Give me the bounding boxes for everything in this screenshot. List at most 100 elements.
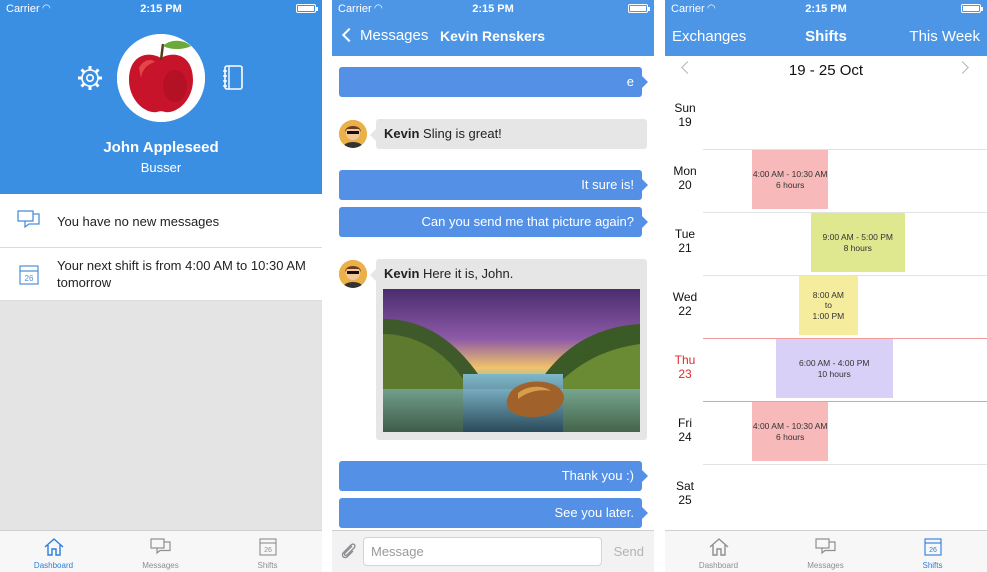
tab-shifts[interactable]: 26 Shifts [879, 531, 986, 572]
notebook-icon[interactable] [220, 64, 246, 92]
shift-block[interactable]: 4:00 AM - 10:30 AM 6 hours [752, 402, 829, 461]
outgoing-message[interactable]: e [339, 67, 648, 97]
tab-label: Messages [142, 561, 179, 570]
photo-caption: Kevin Here it is, John. [384, 266, 513, 281]
outgoing-message[interactable]: Can you send me that picture again? [339, 207, 648, 237]
shift-text: 10 hours [817, 368, 851, 379]
day-number: 19 [678, 115, 692, 129]
message-input[interactable] [363, 537, 602, 566]
calendar-icon: 26 [258, 538, 277, 556]
day-divider [703, 401, 987, 402]
day-name: Wed [672, 290, 698, 304]
avatar[interactable] [117, 34, 205, 122]
incoming-message[interactable]: Kevin Sling is great! [370, 119, 647, 149]
battery-icon [628, 4, 650, 13]
kevin-avatar-image [339, 120, 367, 148]
message-input-bar: Send [332, 530, 654, 572]
week-navigator: 19 - 25 Oct [665, 56, 987, 88]
this-week-button[interactable]: This Week [909, 28, 980, 45]
shift-text: to [824, 300, 832, 311]
shared-photo[interactable] [383, 289, 640, 432]
day-label: Tue 21 [665, 227, 705, 255]
day-label: Fri 24 [665, 416, 705, 444]
next-shift-row[interactable]: 26 Your next shift is from 4:00 AM to 10… [0, 248, 322, 301]
shift-text: 1:00 PM [812, 310, 845, 321]
shift-text: 4:00 AM - 10:30 AM [752, 169, 828, 179]
tab-label: Shifts [257, 561, 278, 570]
day-divider [703, 464, 987, 465]
day-label: Sun 19 [665, 101, 705, 129]
dashboard-screen: Carrier ◠ 2:15 PM John Appleseed Busser … [0, 0, 322, 572]
shift-text: 4:00 AM - 10:30 AM [752, 421, 828, 431]
conversation-screen: Carrier ◠ 2:15 PM Messages Kevin Rensker… [332, 0, 654, 572]
status-bar: Carrier ◠ 2:15 PM [332, 0, 654, 18]
back-label: Messages [360, 27, 429, 44]
conversation-title: Kevin Renskers [440, 28, 546, 44]
day-name: Sat [675, 479, 694, 493]
nav-bar: Carrier ◠ 2:15 PM Messages Kevin Rensker… [332, 0, 654, 56]
outgoing-message[interactable]: Thank you :) [339, 461, 648, 491]
status-bar: Carrier ◠ 2:15 PM [665, 0, 987, 18]
profile-header: Carrier ◠ 2:15 PM John Appleseed Busser [0, 0, 322, 194]
day-row-sun: Sun 19 [665, 88, 987, 151]
tab-dashboard[interactable]: Dashboard [0, 531, 107, 572]
status-time: 2:15 PM [140, 3, 182, 15]
tab-bar: Dashboard Messages 26 Shifts [665, 530, 987, 572]
messages-summary-row[interactable]: You have no new messages [0, 194, 322, 248]
back-button[interactable]: Messages [340, 27, 428, 44]
shifts-screen: Carrier ◠ 2:15 PM Exchanges Shifts This … [665, 0, 987, 572]
day-number: 25 [678, 493, 692, 507]
tab-label: Shifts [922, 561, 943, 570]
shift-text: 8 hours [843, 242, 872, 253]
next-shift-text: Your next shift is from 4:00 AM to 10:30… [57, 258, 306, 290]
day-name: Tue [674, 227, 696, 241]
day-label: Sat 25 [665, 479, 705, 507]
shift-block[interactable]: 4:00 AM - 10:30 AM 6 hours [752, 150, 829, 209]
message-text: e [626, 74, 634, 89]
tab-bar: Dashboard Messages 26 Shifts [0, 530, 322, 572]
tab-label: Messages [807, 561, 844, 570]
tab-messages[interactable]: Messages [107, 531, 214, 572]
day-number: 24 [678, 430, 692, 444]
tab-dashboard[interactable]: Dashboard [665, 531, 772, 572]
send-button[interactable]: Send [614, 544, 644, 559]
shift-text: 6:00 AM - 4:00 PM [799, 358, 870, 368]
kevin-avatar[interactable] [339, 260, 367, 288]
shift-block[interactable]: 6:00 AM - 4:00 PM 10 hours [775, 339, 893, 398]
day-number: 21 [678, 241, 692, 255]
shift-block[interactable]: 8:00 AM to 1:00 PM [799, 276, 858, 335]
kevin-avatar-image [339, 260, 367, 288]
day-row-sat: Sat 25 [665, 466, 987, 529]
profile-name: John Appleseed [103, 139, 219, 156]
sender-name: Kevin [384, 126, 420, 141]
tab-messages[interactable]: Messages [772, 531, 879, 572]
tab-shifts[interactable]: 26 Shifts [214, 531, 321, 572]
message-text: Can you send me that picture again? [421, 214, 634, 229]
message-text: Thank you :) [561, 468, 634, 483]
profile-role: Busser [140, 160, 182, 175]
messages-icon [814, 538, 836, 555]
outgoing-message[interactable]: It sure is! [339, 170, 648, 200]
paperclip-icon[interactable] [339, 541, 359, 561]
sender-name: Kevin [384, 266, 420, 281]
day-number: 23 [678, 367, 692, 381]
landscape-photo [383, 289, 640, 432]
tab-label: Dashboard [698, 561, 739, 570]
day-number: 20 [678, 178, 692, 192]
tab-label: Dashboard [33, 561, 74, 570]
home-icon [709, 538, 728, 556]
apple-avatar-image [117, 34, 205, 122]
calendar-icon: 26 [923, 538, 942, 556]
shift-block[interactable]: 9:00 AM - 5:00 PM 8 hours [810, 213, 905, 272]
calendar-day-number: 26 [25, 274, 34, 283]
outgoing-message[interactable]: See you later. [339, 498, 648, 528]
status-time: 2:15 PM [472, 3, 514, 15]
calendar-icon: 26 [19, 265, 39, 285]
gear-icon[interactable] [76, 64, 104, 92]
shift-text: 6 hours [776, 431, 805, 442]
calendar-day-number: 26 [264, 547, 272, 554]
kevin-avatar[interactable] [339, 120, 367, 148]
home-icon [44, 538, 63, 556]
week-range: 19 - 25 Oct [788, 62, 864, 79]
day-name: Thu [674, 353, 696, 367]
